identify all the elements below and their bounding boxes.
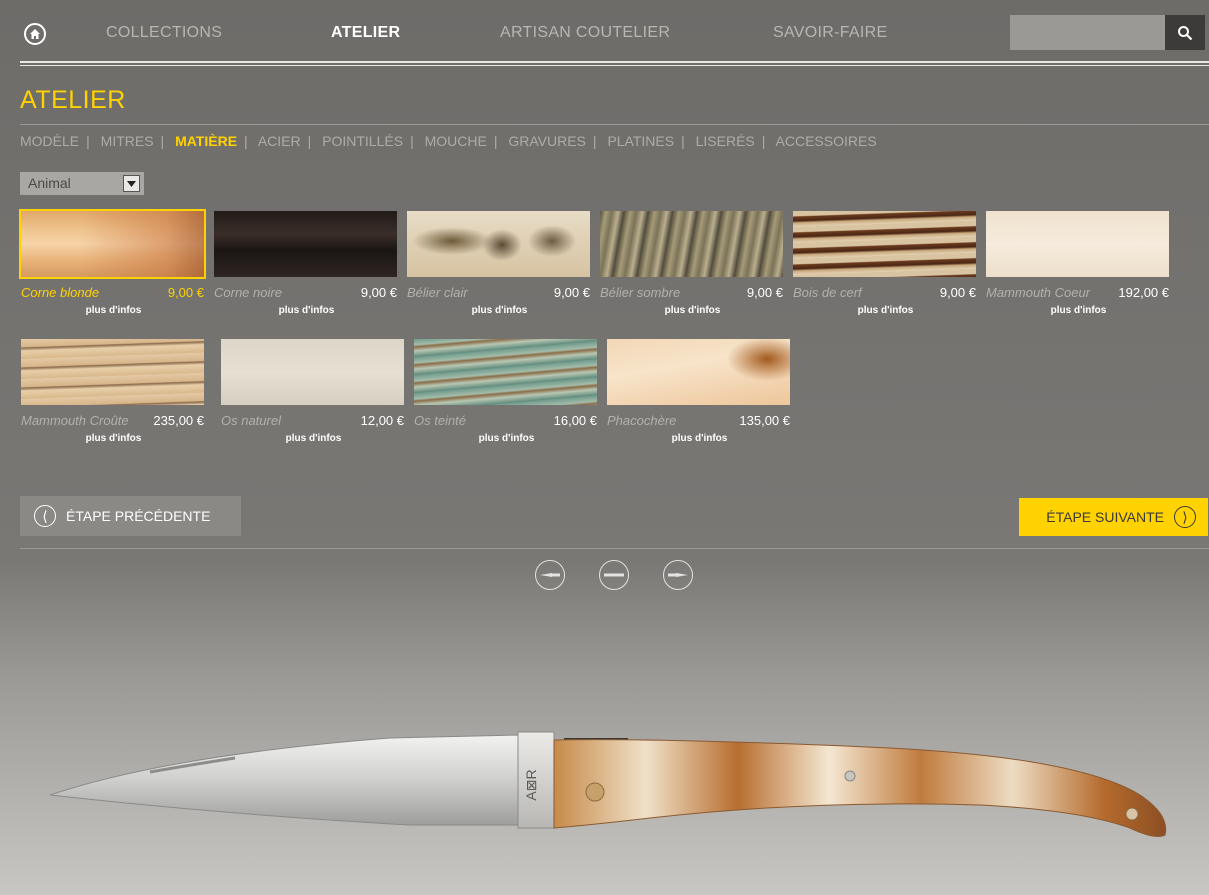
step-mouche[interactable]: MOUCHE	[425, 133, 487, 149]
more-info-link[interactable]: plus d'infos	[407, 305, 592, 316]
material-card[interactable]: Mammouth Coeur 192,00 € plus d'infos	[986, 211, 1171, 316]
material-swatch-image[interactable]	[600, 211, 783, 277]
step-matiere[interactable]: MATIÈRE	[175, 133, 237, 149]
material-price: 192,00 €	[1118, 285, 1169, 300]
next-step-button[interactable]: ÉTAPE SUIVANTE ⟩	[1019, 498, 1208, 536]
previous-step-label: ÉTAPE PRÉCÉDENTE	[66, 508, 211, 524]
select-value: Animal	[28, 175, 71, 191]
view-closed-icon[interactable]	[599, 560, 629, 590]
material-price: 235,00 €	[153, 413, 204, 428]
material-price: 9,00 €	[167, 285, 204, 300]
material-price: 12,00 €	[360, 413, 404, 428]
step-mitres[interactable]: MITRES	[101, 133, 154, 149]
material-card[interactable]: Bois de cerf 9,00 € plus d'infos	[793, 211, 978, 316]
more-info-link[interactable]: plus d'infos	[221, 433, 406, 444]
material-price: 9,00 €	[939, 285, 976, 300]
nav-atelier[interactable]: ATELIER	[331, 24, 400, 42]
step-pointilles[interactable]: POINTILLÉS	[322, 133, 403, 149]
material-name: Mammouth Coeur	[986, 285, 1091, 300]
more-info-link[interactable]: plus d'infos	[21, 433, 206, 444]
more-info-link[interactable]: plus d'infos	[986, 305, 1171, 316]
material-name: Bélier sombre	[600, 285, 681, 300]
material-price: 16,00 €	[553, 413, 597, 428]
chevron-right-icon: ⟩	[1174, 506, 1196, 528]
material-swatch-image[interactable]	[19, 209, 206, 279]
search-icon[interactable]	[1165, 15, 1205, 50]
material-card[interactable]: Corne blonde 9,00 € plus d'infos	[19, 209, 206, 316]
material-card[interactable]: Mammouth Croûte 235,00 € plus d'infos	[21, 339, 206, 444]
material-swatch-image[interactable]	[221, 339, 404, 405]
nav-collections[interactable]: COLLECTIONS	[106, 24, 222, 42]
nav-artisan-coutelier[interactable]: ARTISAN COUTELIER	[500, 24, 670, 42]
material-swatch-image[interactable]	[214, 211, 397, 277]
chevron-down-icon[interactable]	[123, 175, 140, 192]
material-name: Bélier clair	[407, 285, 468, 300]
chevron-left-icon: ⟨	[34, 505, 56, 527]
material-card[interactable]: Corne noire 9,00 € plus d'infos	[214, 211, 399, 316]
page-title: ATELIER	[20, 86, 126, 114]
material-swatch-image[interactable]	[407, 211, 590, 277]
home-icon[interactable]	[24, 23, 46, 45]
material-name: Bois de cerf	[793, 285, 862, 300]
material-price: 9,00 €	[746, 285, 783, 300]
material-card[interactable]: Bélier sombre 9,00 € plus d'infos	[600, 211, 785, 316]
material-name: Phacochère	[607, 413, 677, 428]
more-info-link[interactable]: plus d'infos	[214, 305, 399, 316]
material-name: Corne noire	[214, 285, 282, 300]
step-liseres[interactable]: LISERÉS	[696, 133, 755, 149]
next-step-label: ÉTAPE SUIVANTE	[1046, 509, 1164, 525]
material-name: Os teinté	[414, 413, 467, 428]
previous-step-button[interactable]: ⟨ ÉTAPE PRÉCÉDENTE	[20, 496, 241, 536]
material-swatch-image[interactable]	[607, 339, 790, 405]
step-modele[interactable]: MODÈLE	[20, 133, 79, 149]
engraving-mark: A⊠R	[523, 769, 539, 800]
nav-savoir-faire[interactable]: SAVOIR-FAIRE	[773, 24, 887, 42]
material-category-select[interactable]: Animal	[20, 172, 144, 195]
view-blade-right-icon[interactable]	[663, 560, 693, 590]
material-card[interactable]: Os naturel 12,00 € plus d'infos	[221, 339, 406, 444]
title-divider	[20, 124, 1209, 125]
more-info-link[interactable]: plus d'infos	[414, 433, 599, 444]
top-nav: COLLECTIONS ATELIER ARTISAN COUTELIER SA…	[0, 0, 1209, 62]
step-platines[interactable]: PLATINES	[607, 133, 674, 149]
material-card[interactable]: Phacochère 135,00 € plus d'infos	[607, 339, 792, 444]
material-price: 135,00 €	[739, 413, 790, 428]
material-swatch-image[interactable]	[986, 211, 1169, 277]
section-divider	[20, 548, 1209, 549]
step-gravures[interactable]: GRAVURES	[508, 133, 586, 149]
step-accessoires[interactable]: ACCESSOIRES	[776, 133, 877, 149]
material-name: Os naturel	[221, 413, 281, 428]
material-swatch-image[interactable]	[21, 339, 204, 405]
more-info-link[interactable]: plus d'infos	[600, 305, 785, 316]
more-info-link[interactable]: plus d'infos	[793, 305, 978, 316]
material-price: 9,00 €	[360, 285, 397, 300]
material-name: Mammouth Croûte	[21, 413, 129, 428]
material-card[interactable]: Os teinté 16,00 € plus d'infos	[414, 339, 599, 444]
material-swatch-image[interactable]	[793, 211, 976, 277]
step-nav: MODÈLE | MITRES | MATIÈRE | ACIER | POINTILL…	[20, 133, 877, 149]
knife-preview-image: A⊠R	[30, 700, 1180, 870]
nav-divider	[20, 61, 1209, 66]
material-price: 9,00 €	[553, 285, 590, 300]
search-input[interactable]	[1010, 15, 1165, 50]
material-swatch-image[interactable]	[414, 339, 597, 405]
material-name: Corne blonde	[21, 285, 100, 300]
step-acier[interactable]: ACIER	[258, 133, 301, 149]
more-info-link[interactable]: plus d'infos	[607, 433, 792, 444]
material-card[interactable]: Bélier clair 9,00 € plus d'infos	[407, 211, 592, 316]
view-blade-left-icon[interactable]	[535, 560, 565, 590]
more-info-link[interactable]: plus d'infos	[21, 305, 206, 316]
